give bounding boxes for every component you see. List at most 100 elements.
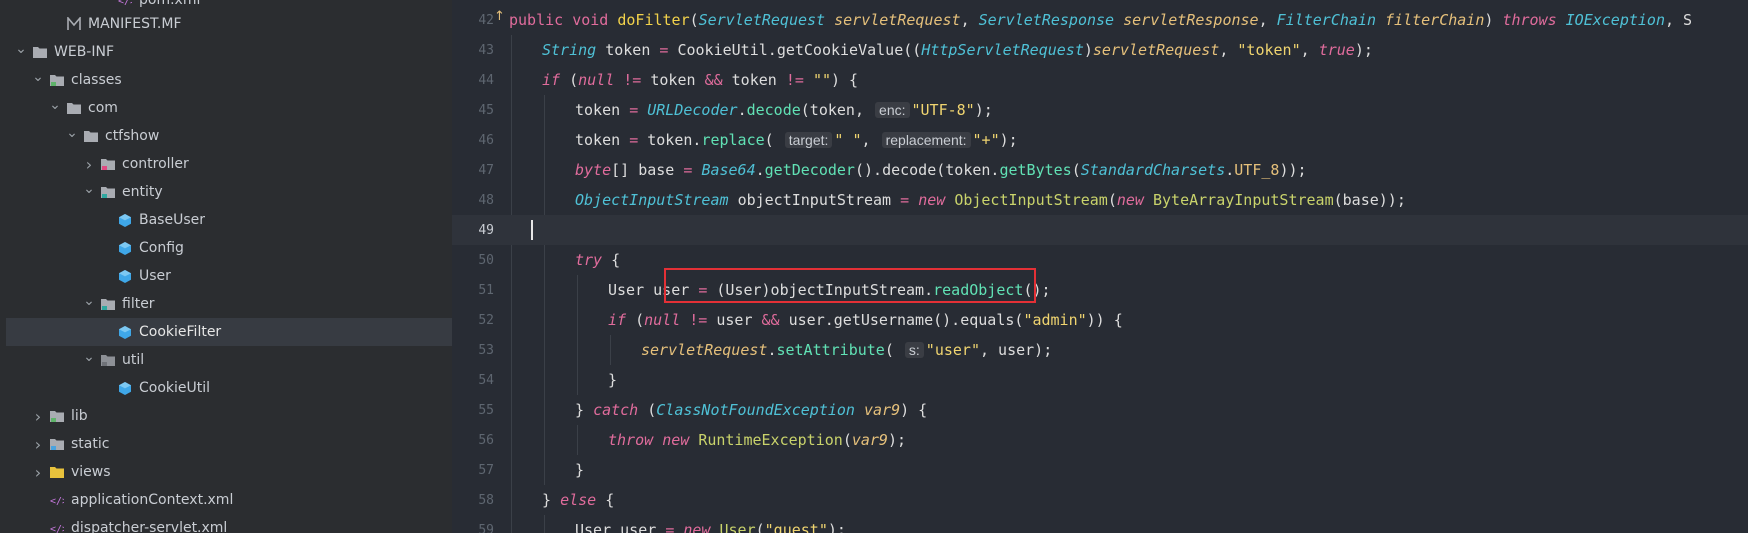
tree-item-config[interactable]: Config [0, 234, 452, 262]
code-text: ObjectInputStream objectInputStream = ne… [575, 191, 1406, 209]
chevron-down-icon[interactable]: ⌄ [82, 293, 96, 309]
code-line[interactable]: 50 try { [452, 245, 1748, 275]
chevron-down-icon[interactable]: ⌄ [48, 97, 62, 113]
code-line[interactable]: 48 ObjectInputStream objectInputStream = … [452, 185, 1748, 215]
tree-item-ctfshow[interactable]: ⌄ ctfshow [0, 122, 452, 150]
manifest-icon [66, 16, 82, 32]
code-text: } [575, 461, 584, 479]
code-line[interactable]: 46 token = token.replace( target: " ", rep… [452, 125, 1748, 155]
tree-item-entity[interactable]: ⌄ entity [0, 178, 452, 206]
code-token: ); [1354, 41, 1373, 59]
tree-item-filter[interactable]: ⌄ filter [0, 290, 452, 318]
code-token: User user [575, 521, 666, 533]
indent-guide [577, 275, 578, 305]
code-line[interactable]: 44 if (null != token && token != "") { [452, 65, 1748, 95]
code-text: token = token.replace( target: " ", repla… [575, 131, 1018, 149]
tree-item-manifest-mf[interactable]: MANIFEST.MF [0, 10, 452, 38]
tree-item-classes[interactable]: ⌄ classes [0, 66, 452, 94]
code-editor[interactable]: 42 public void doFilter(ServletRequest se… [452, 0, 1748, 533]
tree-item-user[interactable]: User [0, 262, 452, 290]
chevron-down-icon[interactable]: ⌄ [82, 349, 96, 365]
code-token: && [704, 71, 732, 89]
tree-item-com[interactable]: ⌄ com [0, 94, 452, 122]
code-line[interactable]: 49 [452, 215, 1748, 245]
code-token: "admin" [1023, 311, 1087, 329]
tree-item-util[interactable]: ⌄ util [0, 346, 452, 374]
tree-item-dispatcher-servlet-xml[interactable]: </> dispatcher-servlet.xml [0, 514, 452, 533]
tree-item-cookieutil[interactable]: CookieUtil [0, 374, 452, 402]
chevron-down-icon[interactable]: ⌄ [82, 181, 96, 197]
indent-guide [577, 335, 578, 365]
code-token: String [542, 41, 606, 59]
code-line[interactable]: 59 User user = new User("guest"); [452, 515, 1748, 533]
tree-item-cookiefilter[interactable]: CookieFilter [6, 318, 452, 346]
tree-item-label: util [122, 352, 145, 368]
class-icon [117, 324, 133, 340]
code-token: ) [1083, 41, 1093, 59]
tree-item-lib[interactable]: › lib [0, 402, 452, 430]
tree-item-controller[interactable]: › controller [0, 150, 452, 178]
code-text: User user = new User("guest"); [575, 521, 846, 533]
chevron-right-icon[interactable]: › [82, 155, 96, 174]
code-token: decode [746, 101, 801, 119]
code-line[interactable]: 52 if (null != user && user.getUsername()… [452, 305, 1748, 335]
indent-guide [544, 425, 545, 455]
code-token: var9 [864, 401, 901, 419]
tree-item-label: applicationContext.xml [71, 492, 234, 508]
code-line[interactable]: 54} [452, 365, 1748, 395]
indent-guide [511, 185, 512, 215]
code-token: ( [764, 131, 783, 149]
code-token: token. [647, 131, 702, 149]
indent-guide [544, 275, 545, 305]
chevron-down-icon[interactable]: ⌄ [65, 125, 79, 141]
line-number: 43 [478, 42, 494, 58]
code-line[interactable]: 55} catch (ClassNotFoundException var9) … [452, 395, 1748, 425]
code-line[interactable]: 42 public void doFilter(ServletRequest se… [452, 5, 1748, 35]
indent-guide [577, 365, 578, 395]
code-line[interactable]: 43 String token = CookieUtil.getCookieVal… [452, 35, 1748, 65]
code-line[interactable]: 57} [452, 455, 1748, 485]
code-token: new [662, 431, 699, 449]
code-token: try [575, 251, 612, 269]
tree-item-label: filter [122, 296, 155, 312]
chevron-right-icon[interactable]: › [31, 463, 45, 482]
chevron-down-icon[interactable]: ⌄ [31, 69, 45, 85]
chevron-right-icon[interactable]: › [31, 407, 45, 426]
indent-guide [511, 485, 512, 515]
tree-item-views[interactable]: › views [0, 458, 452, 486]
code-line[interactable]: 45 token = URLDecoder.decode(token, enc: "… [452, 95, 1748, 125]
code-text: servletRequest.setAttribute( s: "user", u… [641, 341, 1052, 359]
indent-guide [544, 125, 545, 155]
indent-guide [577, 305, 578, 335]
tree-item-label: User [139, 268, 171, 284]
line-number: 46 [478, 132, 494, 148]
code-line[interactable]: 53 servletRequest.setAttribute( s: "user",… [452, 335, 1748, 365]
code-token: token [605, 41, 660, 59]
svg-text:</>: </> [50, 496, 64, 507]
tree-item-baseuser[interactable]: BaseUser [0, 206, 452, 234]
code-line[interactable]: 51 User user = (User)objectInputStream.re… [452, 275, 1748, 305]
code-token: getBytes [999, 161, 1072, 179]
tree-item-web-inf[interactable]: ⌄ WEB-INF [0, 38, 452, 66]
class-icon [117, 212, 133, 228]
override-method-icon[interactable]: ↑ [494, 9, 510, 25]
indent-guide [511, 365, 512, 395]
chevron-down-icon[interactable]: ⌄ [14, 41, 28, 57]
code-token: doFilter [617, 11, 690, 29]
tree-item-static[interactable]: › static [0, 430, 452, 458]
code-line[interactable]: 47 byte[] base = Base64.getDecoder().deco… [452, 155, 1748, 185]
code-line[interactable]: 56 throw new RuntimeException(var9); [452, 425, 1748, 455]
line-number: 44 [478, 72, 494, 88]
tree-item-label: views [71, 464, 111, 480]
code-text: } [608, 371, 617, 389]
chevron-right-icon[interactable]: › [31, 435, 45, 454]
folder-blue-icon [49, 436, 65, 452]
code-line[interactable]: 58} else { [452, 485, 1748, 515]
line-number: 52 [478, 312, 494, 328]
highlight-annotation-box [664, 268, 1036, 303]
tree-item-label: CookieUtil [139, 380, 211, 396]
code-token: , user); [979, 341, 1053, 359]
tree-item-applicationcontext-xml[interactable]: </> applicationContext.xml [0, 486, 452, 514]
code-token: && [761, 311, 789, 329]
indent-guide [511, 455, 512, 485]
